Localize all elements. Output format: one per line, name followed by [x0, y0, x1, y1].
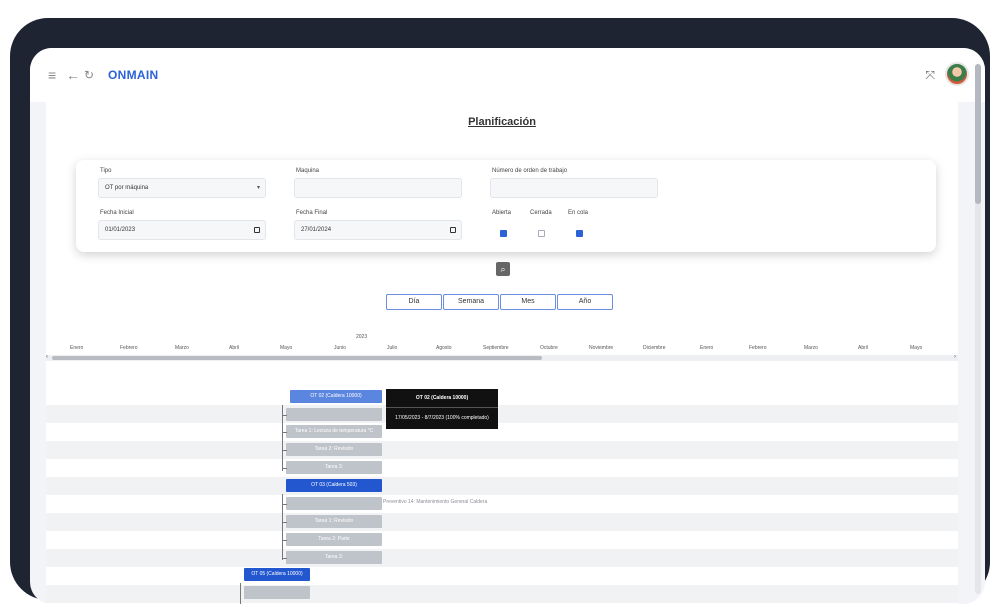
device-frame: ≡ ← ↻ ONMAIN ⤧ Planificación Tipo OT por… — [10, 18, 990, 604]
estado-encola-checkbox[interactable] — [576, 230, 583, 237]
gantt-row — [46, 513, 958, 531]
gantt-bar-ot02[interactable]: OT 02 (Caldera 10000) — [290, 390, 382, 403]
gantt-bar-task[interactable]: Tarea 3: — [286, 461, 382, 474]
gantt-row — [46, 585, 958, 603]
gantt-bar-ot03[interactable]: OT 03 (Caldera 503) — [286, 479, 382, 492]
gantt-connector — [282, 432, 287, 433]
gantt-bar-ot03-summary[interactable] — [286, 497, 382, 510]
gantt-tooltip: OT 02 (Caldera 10000) 17/05/2023 - 8/7/2… — [386, 389, 498, 429]
arrow-left-icon[interactable]: ← — [66, 68, 80, 82]
gantt-bar-ot05-summary[interactable] — [244, 586, 310, 599]
brand-logo[interactable]: ONMAIN — [108, 68, 158, 82]
fecha-inicial-value: 01/01/2023 — [105, 227, 136, 233]
timeline-year: 2023 — [356, 334, 368, 340]
timeline-month: Julio — [387, 345, 398, 351]
tipo-select[interactable]: OT por máquina ▾ — [98, 178, 266, 198]
gantt-row — [46, 477, 958, 495]
search-button[interactable]: ⌕ — [496, 262, 510, 276]
gantt-row — [46, 495, 958, 513]
tipo-label: Tipo — [100, 168, 112, 174]
gantt-connector — [282, 415, 287, 416]
view-month-button[interactable]: Mes — [500, 294, 556, 310]
maquina-input[interactable] — [294, 178, 462, 198]
view-day-button[interactable]: Día — [386, 294, 442, 310]
main-content: Planificación Tipo OT por máquina ▾ Maqu… — [46, 102, 958, 604]
gantt-bar-ot05[interactable]: OT 05 (Caldera 10000) — [244, 568, 310, 581]
calendar-icon[interactable] — [450, 227, 456, 233]
view-year-button[interactable]: Año — [557, 294, 613, 310]
gantt-bar-task[interactable]: Tarea 2: Revisión — [286, 443, 382, 456]
gantt-connector — [282, 468, 287, 469]
estado-encola-label: En cola — [568, 210, 589, 216]
timeline-month: Febrero — [120, 345, 138, 351]
timeline-month: Marzo — [175, 345, 189, 351]
gantt-row — [46, 405, 958, 423]
chevron-left-icon[interactable]: ‹ — [46, 354, 48, 360]
timeline-month: Octubre — [540, 345, 558, 351]
avatar[interactable] — [945, 62, 969, 86]
timeline-month: Enero — [700, 345, 714, 351]
gantt-row — [46, 531, 958, 549]
fecha-final-value: 27/01/2024 — [301, 227, 332, 233]
timeline-month: Febrero — [749, 345, 767, 351]
gantt-connector — [282, 522, 287, 523]
timeline-month: Agosto — [436, 345, 452, 351]
tipo-value: OT por máquina — [105, 185, 149, 191]
gantt-row — [46, 441, 958, 459]
gantt-connector — [282, 540, 287, 541]
timeline-month: Septiembre — [483, 345, 509, 351]
view-week-button[interactable]: Semana — [443, 294, 499, 310]
gantt-row — [46, 423, 958, 441]
gantt-connector — [282, 504, 287, 505]
gantt-connector — [282, 450, 287, 451]
search-icon: ⌕ — [500, 264, 506, 274]
gantt-connector — [240, 583, 241, 604]
gantt-row — [46, 459, 958, 477]
timeline-month: Diciembre — [643, 345, 666, 351]
timeline-month: Junio — [334, 345, 346, 351]
gantt-bar-task[interactable]: Tarea 3: — [286, 551, 382, 564]
refresh-icon[interactable]: ↻ — [84, 68, 94, 82]
gantt-bar-task[interactable]: Tarea 1: Lectura de temperatura °C — [286, 425, 382, 438]
expand-icon[interactable]: ⤧ — [925, 68, 935, 83]
tooltip-title: OT 02 (Caldera 10000) — [415, 395, 469, 401]
timeline-month: Enero — [70, 345, 84, 351]
top-bar: ≡ ← ↻ ONMAIN ⤧ — [30, 48, 985, 102]
timeline-month: Abril — [858, 345, 869, 351]
estado-cerrada-checkbox[interactable] — [538, 230, 545, 237]
timeline-month: Noviembre — [589, 345, 614, 351]
hamburger-icon[interactable]: ≡ — [48, 68, 56, 82]
fecha-inicial-input[interactable]: 01/01/2023 — [98, 220, 266, 240]
orden-input[interactable] — [490, 178, 658, 198]
calendar-icon[interactable] — [254, 227, 260, 233]
chevron-down-icon: ▾ — [256, 185, 260, 191]
orden-label: Número de orden de trabajo — [492, 168, 568, 174]
gantt-connector — [282, 558, 287, 559]
gantt-bar-task[interactable]: Tarea 1: Revisión — [286, 515, 382, 528]
gantt-bar-task[interactable]: Tarea 2: Parte — [286, 533, 382, 546]
page-title: Planificación — [468, 116, 536, 128]
vertical-scrollbar[interactable] — [975, 64, 981, 594]
estado-abierta-checkbox[interactable] — [500, 230, 507, 237]
maquina-label: Maquina — [296, 168, 320, 174]
fecha-final-label: Fecha Final — [296, 210, 328, 216]
estado-abierta-label: Abierta — [492, 210, 512, 216]
filter-card: Tipo OT por máquina ▾ Maquina Número de … — [76, 160, 936, 252]
estado-cerrada-label: Cerrada — [530, 210, 552, 216]
gantt-row — [46, 549, 958, 567]
fecha-inicial-label: Fecha Inicial — [100, 210, 134, 216]
timeline-horizontal-scrollbar[interactable]: ‹ › — [46, 354, 958, 361]
timeline-month: Mayo — [280, 345, 293, 351]
tooltip-detail: 17/05/2023 - 8/7/2023 (100% completado) — [395, 415, 489, 421]
timeline-month: Abril — [229, 345, 240, 351]
app-screen: ≡ ← ↻ ONMAIN ⤧ Planificación Tipo OT por… — [30, 48, 985, 604]
gantt-bar-ot02-summary[interactable] — [286, 408, 382, 421]
gantt-side-label: Preventivo 14: Mantenimiento General Cal… — [383, 499, 488, 505]
timeline-month: Mayo — [910, 345, 923, 351]
fecha-final-input[interactable]: 27/01/2024 — [294, 220, 462, 240]
chevron-right-icon[interactable]: › — [954, 354, 956, 360]
gantt-row — [46, 387, 958, 405]
gantt-row — [46, 567, 958, 585]
timeline-month: Marzo — [804, 345, 818, 351]
